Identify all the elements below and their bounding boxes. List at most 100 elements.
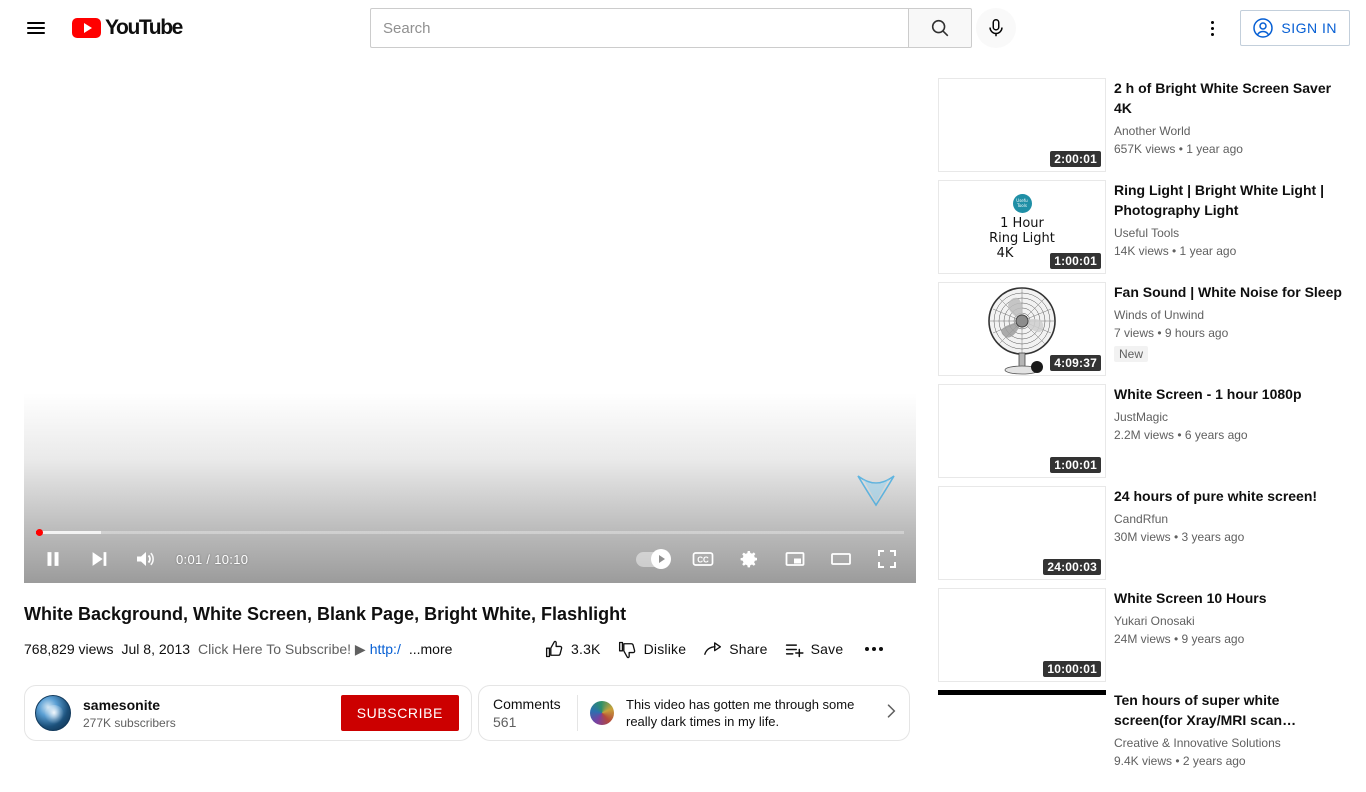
search-input[interactable] bbox=[383, 19, 908, 37]
next-video-button[interactable] bbox=[76, 535, 122, 583]
search-area bbox=[370, 8, 1016, 48]
svg-text:CC: CC bbox=[697, 556, 709, 565]
channel-name[interactable]: JustMagic bbox=[1114, 408, 1342, 426]
video-duration: 10:00:01 bbox=[1043, 661, 1101, 677]
save-playlist-icon bbox=[784, 639, 805, 660]
subscribe-button[interactable]: SUBSCRIBE bbox=[340, 695, 459, 731]
list-item[interactable]: 10:00:01 White Screen 10 Hours Yukari On… bbox=[938, 588, 1342, 682]
list-item[interactable]: 4:09:37 Fan Sound | White Noise for Slee… bbox=[938, 282, 1342, 376]
channel-name[interactable]: Another World bbox=[1114, 122, 1342, 140]
volume-button[interactable] bbox=[122, 535, 168, 583]
sign-in-button[interactable]: SIGN IN bbox=[1240, 10, 1350, 46]
like-button[interactable]: 3.3K bbox=[544, 639, 601, 660]
description-link[interactable]: http:/ bbox=[370, 641, 401, 657]
video-title[interactable]: White Screen - 1 hour 1080p bbox=[1114, 384, 1342, 404]
list-item[interactable]: 2:00:01 2 h of Bright White Screen Saver… bbox=[938, 78, 1342, 172]
divider bbox=[577, 695, 578, 731]
share-label: Share bbox=[729, 641, 768, 657]
list-item[interactable]: Ten hours of super white screen(for Xray… bbox=[938, 690, 1342, 784]
thumbs-down-icon bbox=[617, 639, 638, 660]
video-thumbnail[interactable]: 1:00:01 bbox=[938, 384, 1106, 478]
pause-icon bbox=[47, 552, 59, 566]
share-button[interactable]: Share bbox=[702, 639, 767, 660]
video-player[interactable]: 0:01 / 10:10 CC bbox=[24, 78, 916, 583]
video-title[interactable]: Ten hours of super white screen(for Xray… bbox=[1114, 690, 1342, 730]
dislike-label: Dislike bbox=[643, 641, 687, 657]
channel-name[interactable]: CandRfun bbox=[1114, 510, 1342, 528]
video-info: Ring Light | Bright White Light | Photog… bbox=[1114, 180, 1342, 274]
channel-name[interactable]: Creative & Innovative Solutions bbox=[1114, 734, 1342, 752]
theater-mode-button[interactable] bbox=[818, 535, 864, 583]
video-meta-row: 768,829 views Jul 8, 2013 Click Here To … bbox=[24, 635, 916, 663]
video-thumbnail[interactable]: 4:09:37 bbox=[938, 282, 1106, 376]
video-stats: 9.4K views • 2 years ago bbox=[1114, 754, 1246, 768]
more-actions-button[interactable] bbox=[859, 647, 888, 651]
publish-date: Jul 8, 2013 bbox=[121, 640, 191, 657]
video-thumbnail[interactable]: 2:00:01 bbox=[938, 78, 1106, 172]
video-info: Ten hours of super white screen(for Xray… bbox=[1114, 690, 1342, 784]
like-count: 3.3K bbox=[571, 641, 601, 657]
miniplayer-icon bbox=[785, 552, 805, 566]
primary-column: 0:01 / 10:10 CC White Background, White … bbox=[24, 78, 916, 741]
video-info: White Screen - 1 hour 1080p JustMagic 2.… bbox=[1114, 384, 1342, 478]
list-item[interactable]: 1:00:01 White Screen - 1 hour 1080p Just… bbox=[938, 384, 1342, 478]
thumbnail-logo-badge: Usefu Tools bbox=[1012, 193, 1032, 213]
video-title[interactable]: 2 h of Bright White Screen Saver 4K bbox=[1114, 78, 1342, 118]
hamburger-icon[interactable] bbox=[16, 8, 56, 48]
comments-teaser-card[interactable]: Comments 561 This video has gotten me th… bbox=[478, 685, 910, 741]
youtube-logo[interactable]: YouTube bbox=[72, 16, 183, 40]
channel-name[interactable]: Yukari Onosaki bbox=[1114, 612, 1342, 630]
video-title[interactable]: White Screen 10 Hours bbox=[1114, 588, 1342, 608]
pause-button[interactable] bbox=[30, 535, 76, 583]
thumbnail-text-line1: 1 Hour bbox=[1000, 215, 1044, 231]
theater-mode-icon bbox=[831, 553, 851, 565]
show-more-button[interactable]: ...more bbox=[409, 641, 453, 657]
fullscreen-icon bbox=[878, 550, 896, 568]
save-button[interactable]: Save bbox=[784, 639, 844, 660]
youtube-wordmark: YouTube bbox=[105, 16, 183, 39]
list-item[interactable]: 24:00:03 24 hours of pure white screen! … bbox=[938, 486, 1342, 580]
search-input-wrapper[interactable] bbox=[370, 8, 908, 48]
video-title[interactable]: Ring Light | Bright White Light | Photog… bbox=[1114, 180, 1342, 220]
chevron-right-icon[interactable] bbox=[881, 701, 901, 726]
description-snippet: Click Here To Subscribe! ▶ bbox=[198, 640, 366, 657]
microphone-icon bbox=[989, 19, 1003, 37]
comments-label-group: Comments 561 bbox=[493, 695, 573, 731]
voice-search-button[interactable] bbox=[976, 8, 1016, 48]
captions-button[interactable]: CC bbox=[680, 535, 726, 583]
video-title[interactable]: 24 hours of pure white screen! bbox=[1114, 486, 1342, 506]
video-stats: 657K views • 1 year ago bbox=[1114, 142, 1243, 156]
video-thumbnail[interactable] bbox=[938, 690, 1106, 784]
video-thumbnail[interactable]: 10:00:01 bbox=[938, 588, 1106, 682]
fullscreen-button[interactable] bbox=[864, 535, 910, 583]
thumbnail-text-line2: Ring Light bbox=[989, 230, 1055, 246]
video-title[interactable]: Fan Sound | White Noise for Sleep bbox=[1114, 282, 1342, 302]
miniplayer-button[interactable] bbox=[772, 535, 818, 583]
masthead-left: YouTube bbox=[0, 8, 183, 48]
video-duration: 2:00:01 bbox=[1050, 151, 1101, 167]
thumbnail-black-bar bbox=[938, 690, 1106, 695]
closed-captions-icon: CC bbox=[692, 552, 714, 566]
video-duration: 1:00:01 bbox=[1050, 253, 1101, 269]
video-actions: 3.3K Dislike Share Save bbox=[544, 635, 888, 663]
search-button[interactable] bbox=[908, 8, 972, 48]
dislike-button[interactable]: Dislike bbox=[617, 639, 687, 660]
progress-track bbox=[36, 531, 904, 534]
video-thumbnail[interactable]: 24:00:03 bbox=[938, 486, 1106, 580]
account-circle-icon bbox=[1253, 18, 1274, 38]
video-stats: 14K views • 1 year ago bbox=[1114, 244, 1237, 258]
channel-name[interactable]: samesonite bbox=[83, 696, 341, 714]
channel-name[interactable]: Useful Tools bbox=[1114, 224, 1342, 242]
video-stats: 30M views • 3 years ago bbox=[1114, 530, 1245, 544]
autoplay-toggle[interactable] bbox=[626, 535, 680, 583]
list-item[interactable]: Usefu Tools 1 Hour Ring Light 4K 1:00:01 … bbox=[938, 180, 1342, 274]
video-info: 24 hours of pure white screen! CandRfun … bbox=[1114, 486, 1342, 580]
settings-button[interactable] bbox=[726, 535, 772, 583]
search-form bbox=[370, 8, 972, 48]
channel-watermark-icon[interactable] bbox=[854, 472, 898, 508]
channel-name[interactable]: Winds of Unwind bbox=[1114, 306, 1342, 324]
view-count: 768,829 views bbox=[24, 640, 114, 657]
video-thumbnail[interactable]: Usefu Tools 1 Hour Ring Light 4K 1:00:01 bbox=[938, 180, 1106, 274]
channel-avatar[interactable] bbox=[35, 695, 71, 731]
more-vertical-icon[interactable] bbox=[1192, 8, 1232, 48]
